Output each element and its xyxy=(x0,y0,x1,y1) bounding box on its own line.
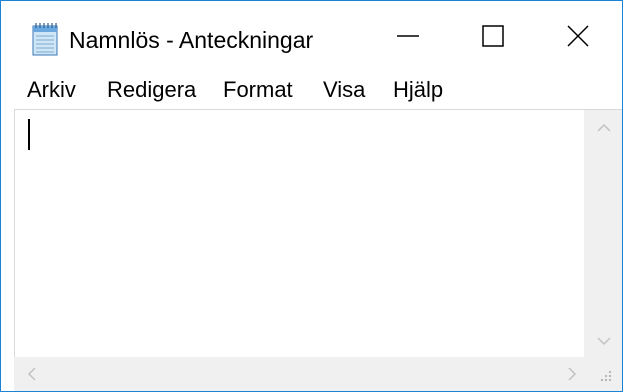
window-title: Namnlös - Anteckningar xyxy=(69,27,314,53)
minimize-button[interactable] xyxy=(365,1,450,71)
scroll-up-icon[interactable] xyxy=(597,123,611,133)
title-bar[interactable]: Namnlös - Anteckningar xyxy=(1,1,622,71)
horizontal-scrollbar[interactable] xyxy=(14,357,584,391)
menu-visa[interactable]: Visa xyxy=(323,75,365,105)
minimize-icon xyxy=(396,35,419,37)
menu-redigera[interactable]: Redigera xyxy=(107,75,196,105)
size-grip-icon[interactable] xyxy=(598,369,612,383)
window-left-margin xyxy=(1,109,14,391)
notepad-window: Namnlös - Anteckningar Arkiv Redigera Fo… xyxy=(0,0,623,392)
menu-arkiv[interactable]: Arkiv xyxy=(27,75,76,105)
menu-bar: Arkiv Redigera Format Visa Hjälp xyxy=(1,71,622,109)
close-button[interactable] xyxy=(535,1,620,71)
text-caret xyxy=(28,119,30,150)
menu-format[interactable]: Format xyxy=(223,75,293,105)
maximize-icon xyxy=(481,25,504,47)
close-icon xyxy=(566,25,589,47)
scroll-down-icon[interactable] xyxy=(597,336,611,346)
notepad-icon xyxy=(32,23,58,56)
scroll-left-icon[interactable] xyxy=(27,367,37,381)
vertical-scrollbar[interactable] xyxy=(584,109,622,357)
maximize-button[interactable] xyxy=(450,1,535,71)
menu-hjalp[interactable]: Hjälp xyxy=(393,75,443,105)
scrollbar-corner xyxy=(584,357,622,391)
scroll-right-icon[interactable] xyxy=(567,367,577,381)
text-editor[interactable] xyxy=(14,109,584,357)
